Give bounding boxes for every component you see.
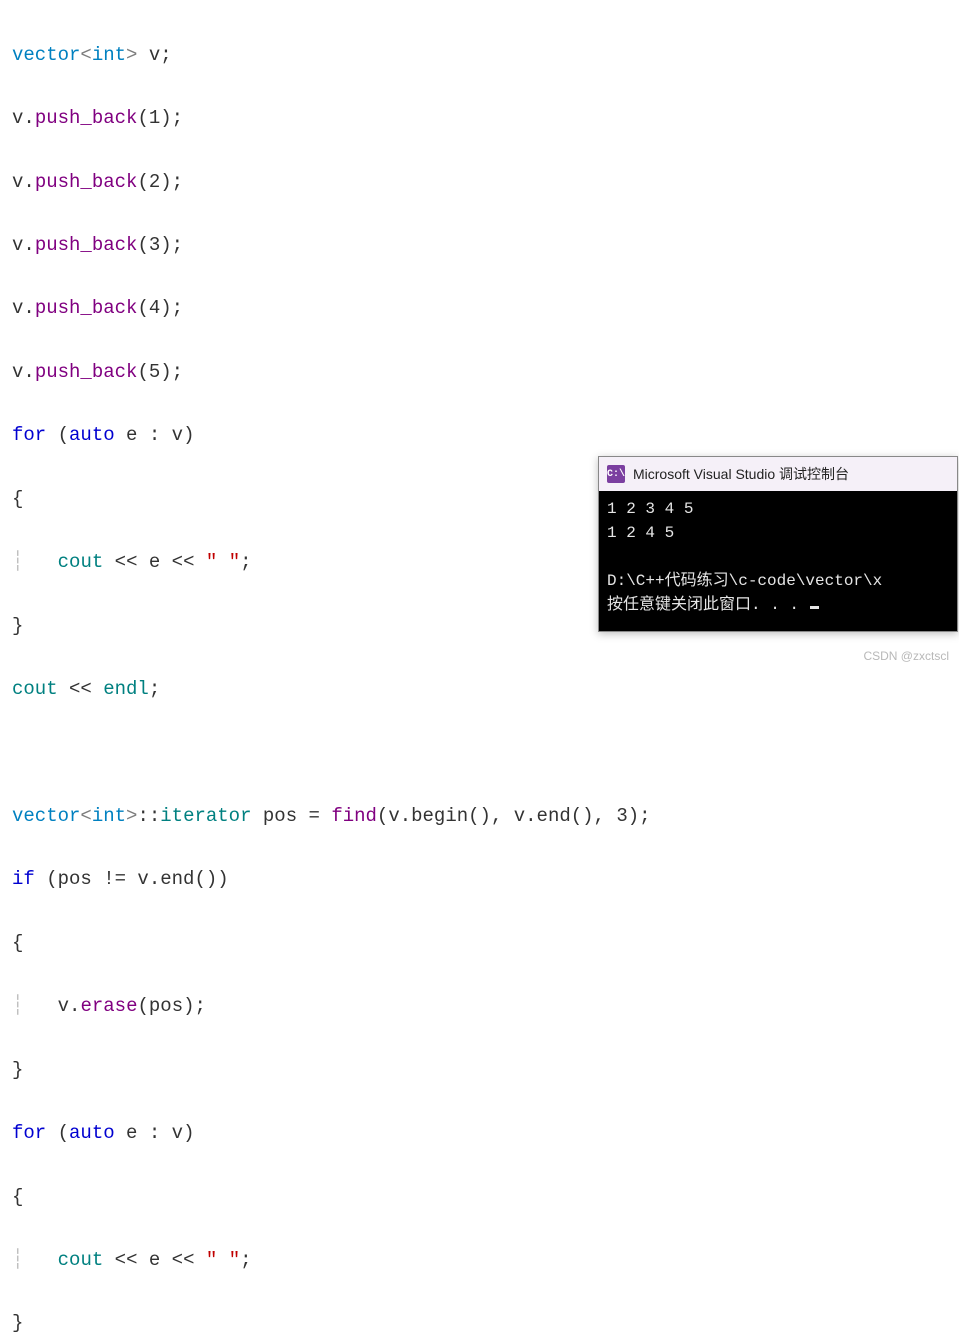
code-line: } bbox=[12, 1055, 947, 1087]
console-title-bar[interactable]: C:\ Microsoft Visual Studio 调试控制台 bbox=[599, 457, 957, 491]
code-line: ┆ cout << e << " "; bbox=[12, 1245, 947, 1277]
code-line: v.push_back(1); bbox=[12, 103, 947, 135]
type-int: int bbox=[92, 44, 126, 66]
vs-icon: C:\ bbox=[607, 465, 625, 483]
code-line: v.push_back(3); bbox=[12, 230, 947, 262]
code-line: ┆ v.erase(pos); bbox=[12, 991, 947, 1023]
code-line: v.push_back(4); bbox=[12, 293, 947, 325]
code-line: vector<int>::iterator pos = find(v.begin… bbox=[12, 801, 947, 833]
code-line: v.push_back(2); bbox=[12, 167, 947, 199]
code-line: vector<int> v; bbox=[12, 40, 947, 72]
code-editor: vector<int> v; v.push_back(1); v.push_ba… bbox=[0, 0, 959, 1334]
code-line: if (pos != v.end()) bbox=[12, 864, 947, 896]
cursor-icon bbox=[810, 606, 819, 609]
code-line: { bbox=[12, 928, 947, 960]
debug-console-window[interactable]: C:\ Microsoft Visual Studio 调试控制台 1 2 3 … bbox=[598, 456, 958, 632]
code-line: } bbox=[12, 1308, 947, 1334]
code-line: v.push_back(5); bbox=[12, 357, 947, 389]
code-line: cout << endl; bbox=[12, 674, 947, 706]
output-close-msg: 按任意键关闭此窗口. . . bbox=[607, 596, 809, 614]
code-line: for (auto e : v) bbox=[12, 1118, 947, 1150]
console-output[interactable]: 1 2 3 4 5 1 2 4 5 D:\C++代码练习\c-code\vect… bbox=[599, 491, 957, 631]
type-vector: vector bbox=[12, 44, 80, 66]
console-title: Microsoft Visual Studio 调试控制台 bbox=[633, 464, 849, 484]
output-line: 1 2 4 5 bbox=[607, 524, 674, 542]
code-line: for (auto e : v) bbox=[12, 420, 947, 452]
watermark: CSDN @zxctscl bbox=[863, 649, 949, 663]
output-path: D:\C++代码练习\c-code\vector\x bbox=[607, 572, 882, 590]
code-line bbox=[12, 738, 947, 770]
output-line: 1 2 3 4 5 bbox=[607, 500, 693, 518]
code-line: { bbox=[12, 1182, 947, 1214]
